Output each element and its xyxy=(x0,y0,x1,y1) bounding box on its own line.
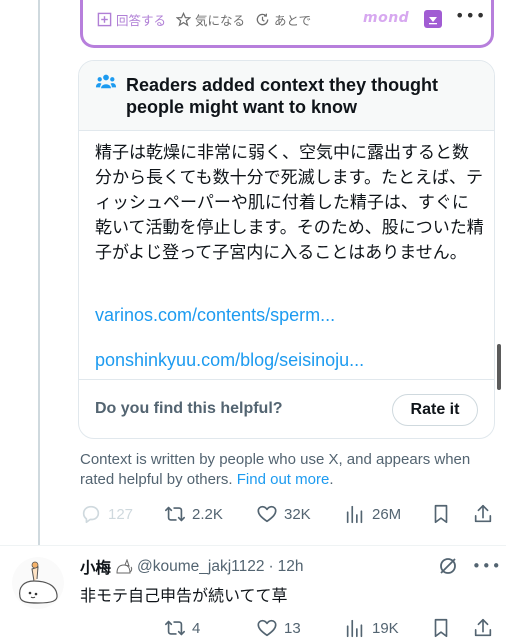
reply-count: 127 xyxy=(108,505,134,523)
reply-more-icon[interactable]: ••• xyxy=(472,557,502,575)
repost-icon xyxy=(165,620,185,636)
reply-views-count: 19K xyxy=(372,619,399,637)
helpful-question: Do you find this helpful? xyxy=(95,400,283,417)
note-title: Readers added context they thought peopl… xyxy=(126,75,439,117)
views-icon xyxy=(346,619,363,638)
heart-icon xyxy=(257,505,277,523)
reply-icon xyxy=(82,505,100,524)
answer-label: 回答する xyxy=(116,13,167,28)
views-count: 26M xyxy=(372,505,402,523)
interest-action[interactable]: 気になる xyxy=(176,10,245,29)
reply-time[interactable]: 12h xyxy=(278,558,304,576)
reply-views-button[interactable]: 19K xyxy=(344,617,399,639)
answer-action[interactable]: 回答する xyxy=(97,10,166,29)
download-button[interactable] xyxy=(424,10,442,28)
heart-icon xyxy=(257,619,277,637)
reply-header-actions: ••• xyxy=(438,556,502,576)
later-action[interactable]: あとで xyxy=(255,10,311,29)
download-icon xyxy=(429,17,437,25)
community-note: Readers added context they thought peopl… xyxy=(78,60,495,439)
reply-bookmark-button[interactable] xyxy=(430,617,452,639)
rate-it-button[interactable]: Rate it xyxy=(392,394,478,426)
views-button[interactable]: 26M xyxy=(344,503,401,525)
share-icon xyxy=(474,504,492,523)
reply-action-bar: 4 13 19K xyxy=(80,617,500,640)
like-count: 32K xyxy=(284,505,311,523)
answer-icon xyxy=(97,12,112,27)
reply-button[interactable]: 127 xyxy=(80,503,133,525)
interest-label: 気になる xyxy=(195,13,246,28)
context-suffix: . xyxy=(329,471,334,488)
reply-repost-count: 4 xyxy=(192,619,201,637)
note-body: 精子は乾燥に非常に弱く、空気中に露出すると数分から長くても数十分で死滅します。た… xyxy=(95,143,484,263)
reply-share-button[interactable] xyxy=(472,617,494,639)
grok-icon[interactable] xyxy=(438,556,458,576)
avatar-image xyxy=(12,557,64,609)
cat-emoji-icon xyxy=(116,559,133,574)
repost-icon xyxy=(165,506,185,522)
share-button[interactable] xyxy=(472,503,494,525)
reply-handle[interactable]: @koume_jakj1122 xyxy=(137,558,264,576)
reply-separator: · xyxy=(268,558,274,575)
context-disclaimer: Context is written by people who use X, … xyxy=(80,450,500,490)
post-action-bar: 127 2.2K 32K 26M xyxy=(80,503,500,527)
note-header: Readers added context they thought peopl… xyxy=(79,61,494,131)
reply-like-button[interactable]: 13 xyxy=(256,617,301,639)
share-icon xyxy=(474,618,492,637)
like-button[interactable]: 32K xyxy=(256,503,311,525)
bookmark-icon xyxy=(434,618,448,638)
reply-display-name[interactable]: 小梅 xyxy=(80,556,111,578)
reply-header: 小梅 @koume_jakj1122 · 12h xyxy=(80,556,304,578)
avatar[interactable] xyxy=(12,557,64,609)
reply-text: 非モテ自己申告が続いてて草 xyxy=(80,586,288,605)
embed-more-icon[interactable]: ••• xyxy=(455,6,486,25)
embed-actions: 回答する 気になる あとで xyxy=(97,10,311,29)
note-footer: Do you find this helpful? Rate it xyxy=(79,379,494,438)
reply-repost-button[interactable]: 4 xyxy=(164,617,200,639)
later-label: あとで xyxy=(274,13,312,28)
embedded-card[interactable]: 回答する 気になる あとで mond ••• xyxy=(80,0,494,48)
bookmark-icon xyxy=(434,504,448,524)
post-divider xyxy=(0,545,506,546)
people-icon xyxy=(95,74,117,89)
reply-like-count: 13 xyxy=(284,619,301,637)
bookmark-button[interactable] xyxy=(430,503,452,525)
note-source-link-1[interactable]: varinos.com/contents/sperm... xyxy=(95,305,335,326)
note-source-link-2[interactable]: ponshinkyuu.com/blog/seisinoju... xyxy=(95,350,364,371)
views-icon xyxy=(346,505,363,524)
brand-logo: mond xyxy=(363,10,410,26)
clock-later-icon xyxy=(256,13,269,26)
repost-button[interactable]: 2.2K xyxy=(164,503,223,525)
scrollbar[interactable] xyxy=(497,344,501,390)
find-out-more-link[interactable]: Find out more xyxy=(237,471,330,488)
repost-count: 2.2K xyxy=(192,505,223,523)
thread-line xyxy=(38,0,40,545)
star-icon xyxy=(176,12,192,27)
